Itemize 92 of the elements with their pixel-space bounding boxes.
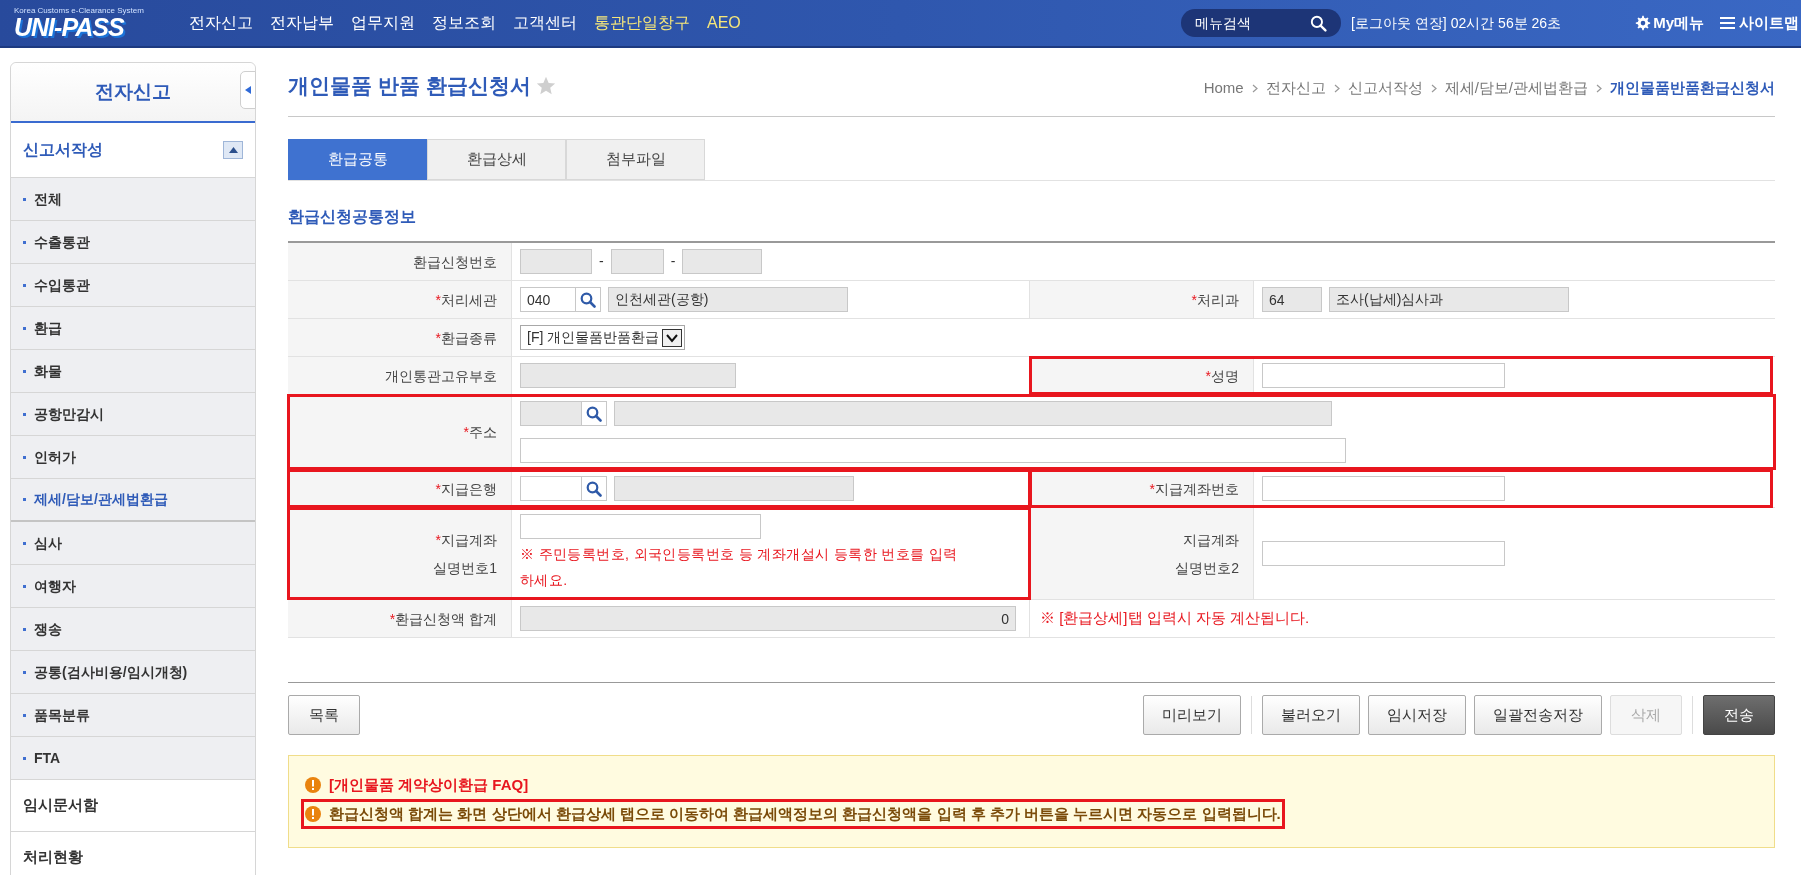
nav-link[interactable]: AEO bbox=[707, 11, 741, 35]
input-field[interactable] bbox=[1262, 363, 1505, 388]
input-field[interactable] bbox=[1262, 476, 1505, 501]
action-button[interactable]: 전송 bbox=[1703, 695, 1775, 735]
separator: - bbox=[599, 252, 604, 271]
field-label: *환급종류 bbox=[288, 319, 512, 356]
page-title: 개인물품 반품 환급신청서 bbox=[288, 73, 531, 100]
field-label: *지급은행 bbox=[288, 470, 512, 507]
sidebar-item[interactable]: 수출통관 bbox=[11, 221, 255, 264]
breadcrumb-link[interactable]: 전자신고 bbox=[1265, 76, 1326, 100]
breadcrumb-link[interactable]: 신고서작성 bbox=[1347, 76, 1423, 100]
chevron-icon bbox=[1430, 83, 1437, 93]
tab[interactable]: 환급공통 bbox=[288, 139, 427, 180]
sidebar-link[interactable]: 처리현황 bbox=[11, 832, 255, 875]
notice-text: 환급신청액 합계는 화면 상단에서 환급상세 탭으로 이동하여 환급세액정보의 환급신청액을 입력 후 추가 버튼을 누르시면 자동으로 입력됩니다. bbox=[329, 803, 1281, 824]
field-label: *지급계좌 실명번호1 bbox=[288, 508, 512, 599]
dropdown-icon bbox=[662, 328, 683, 347]
search-icon bbox=[580, 291, 596, 308]
session-timer[interactable]: [로그아웃 연장] 02시간 56분 26초 bbox=[1351, 12, 1562, 34]
star-icon[interactable] bbox=[534, 75, 557, 97]
field-label: *환급신청액 합계 bbox=[288, 600, 512, 637]
sidebar-item[interactable]: FTA bbox=[11, 737, 255, 780]
action-button[interactable]: 목록 bbox=[288, 695, 360, 735]
alert-icon bbox=[305, 777, 321, 794]
nav-link[interactable]: 전자납부 bbox=[270, 11, 334, 35]
nav-link[interactable]: 전자신고 bbox=[189, 11, 253, 35]
sidebar-item[interactable]: 공항만감시 bbox=[11, 393, 255, 436]
sidebar-item[interactable]: 쟁송 bbox=[11, 608, 255, 651]
section-title: 환급신청공통정보 bbox=[288, 207, 417, 227]
field-label: 환급신청번호 bbox=[288, 243, 512, 280]
input-field[interactable] bbox=[520, 476, 582, 501]
input-field[interactable] bbox=[1262, 541, 1505, 566]
sidebar-item[interactable]: 제세/담보/관세법환급 bbox=[11, 479, 255, 522]
tab[interactable]: 첨부파일 bbox=[566, 139, 705, 180]
action-button[interactable]: 미리보기 bbox=[1143, 695, 1241, 735]
sitemap-link[interactable]: 사이트맵 bbox=[1720, 11, 1801, 35]
select-field[interactable]: [F] 개인물품반품환급 bbox=[520, 325, 686, 350]
nav-link[interactable]: 정보조회 bbox=[432, 11, 496, 35]
faq-link[interactable]: [개인물품 계약상이환급 FAQ] bbox=[329, 774, 529, 797]
sidebar-item[interactable]: 품목분류 bbox=[11, 694, 255, 737]
nav-link[interactable]: 업무지원 bbox=[351, 11, 415, 35]
search-icon bbox=[586, 405, 602, 422]
action-button[interactable]: 불러오기 bbox=[1262, 695, 1360, 735]
sidebar-item[interactable]: 환급 bbox=[11, 307, 255, 350]
menu-icon bbox=[1720, 16, 1735, 30]
gear-icon bbox=[1635, 15, 1652, 31]
caret-icon bbox=[228, 147, 238, 153]
field-note: ※ [환급상세]탭 입력시 자동 계산됩니다. bbox=[1040, 608, 1310, 629]
search-icon bbox=[1310, 14, 1328, 32]
sidebar-item[interactable]: 심사 bbox=[11, 522, 255, 565]
logo[interactable]: Korea Customs e-Clearance System UNI-PASS bbox=[14, 6, 164, 40]
my-menu-link[interactable]: My메뉴 bbox=[1635, 11, 1704, 35]
chevron-icon bbox=[1596, 83, 1602, 93]
sidebar-item[interactable]: 전체 bbox=[11, 178, 255, 221]
chevron-icon bbox=[1333, 83, 1340, 93]
collapse-button[interactable] bbox=[240, 71, 256, 109]
search-button[interactable] bbox=[582, 476, 607, 501]
separator: - bbox=[670, 252, 676, 271]
field-label: *처리과 bbox=[1030, 281, 1254, 318]
action-button[interactable]: 일괄전송저장 bbox=[1474, 695, 1602, 735]
nav-link[interactable]: 통관단일창구 bbox=[594, 11, 690, 35]
sidebar-item[interactable]: 인허가 bbox=[11, 436, 255, 479]
input-field[interactable] bbox=[520, 438, 1346, 463]
sidebar-title: 전자신고 bbox=[95, 79, 171, 104]
field-label: *성명 bbox=[1030, 357, 1254, 394]
toggle-button[interactable] bbox=[223, 141, 243, 159]
input-field[interactable] bbox=[520, 514, 761, 539]
search-icon bbox=[586, 480, 602, 497]
field-label: *지급계좌번호 bbox=[1030, 470, 1254, 507]
field-label: *처리세관 bbox=[288, 281, 512, 318]
sidebar-item[interactable]: 여행자 bbox=[11, 565, 255, 608]
sidebar-item[interactable]: 화물 bbox=[11, 350, 255, 393]
action-button[interactable]: 임시저장 bbox=[1368, 695, 1466, 735]
breadcrumb-link[interactable]: 개인물품반품환급신청서 bbox=[1610, 76, 1775, 100]
tab[interactable]: 환급상세 bbox=[427, 139, 566, 180]
sidebar-item[interactable]: 공통(검사비용/임시개청) bbox=[11, 651, 255, 694]
sidebar-item[interactable]: 수입통관 bbox=[11, 264, 255, 307]
chevron-icon bbox=[1251, 83, 1258, 93]
alert-icon bbox=[305, 805, 321, 822]
field-label: *주소 bbox=[288, 395, 512, 469]
breadcrumb-link[interactable]: Home bbox=[1203, 76, 1244, 100]
search-button[interactable] bbox=[576, 287, 601, 312]
breadcrumb-link[interactable]: 제세/담보/관세법환급 bbox=[1444, 76, 1588, 100]
caret-icon bbox=[245, 86, 251, 94]
nav-link[interactable]: 고객센터 bbox=[513, 11, 577, 35]
sidebar-link[interactable]: 임시문서함 bbox=[11, 780, 255, 832]
input-field[interactable]: 040 bbox=[520, 287, 576, 312]
menu-search-field[interactable]: 메뉴검색 bbox=[1181, 9, 1342, 37]
search-button[interactable] bbox=[582, 401, 607, 426]
field-label: 지급계좌 실명번호2 bbox=[1030, 508, 1254, 599]
field-label: 개인통관고유부호 bbox=[288, 357, 512, 394]
field-note: ※ 주민등록번호, 외국인등록번호 등 계좌개설시 등록한 번호를 입력하세요. bbox=[520, 545, 959, 590]
